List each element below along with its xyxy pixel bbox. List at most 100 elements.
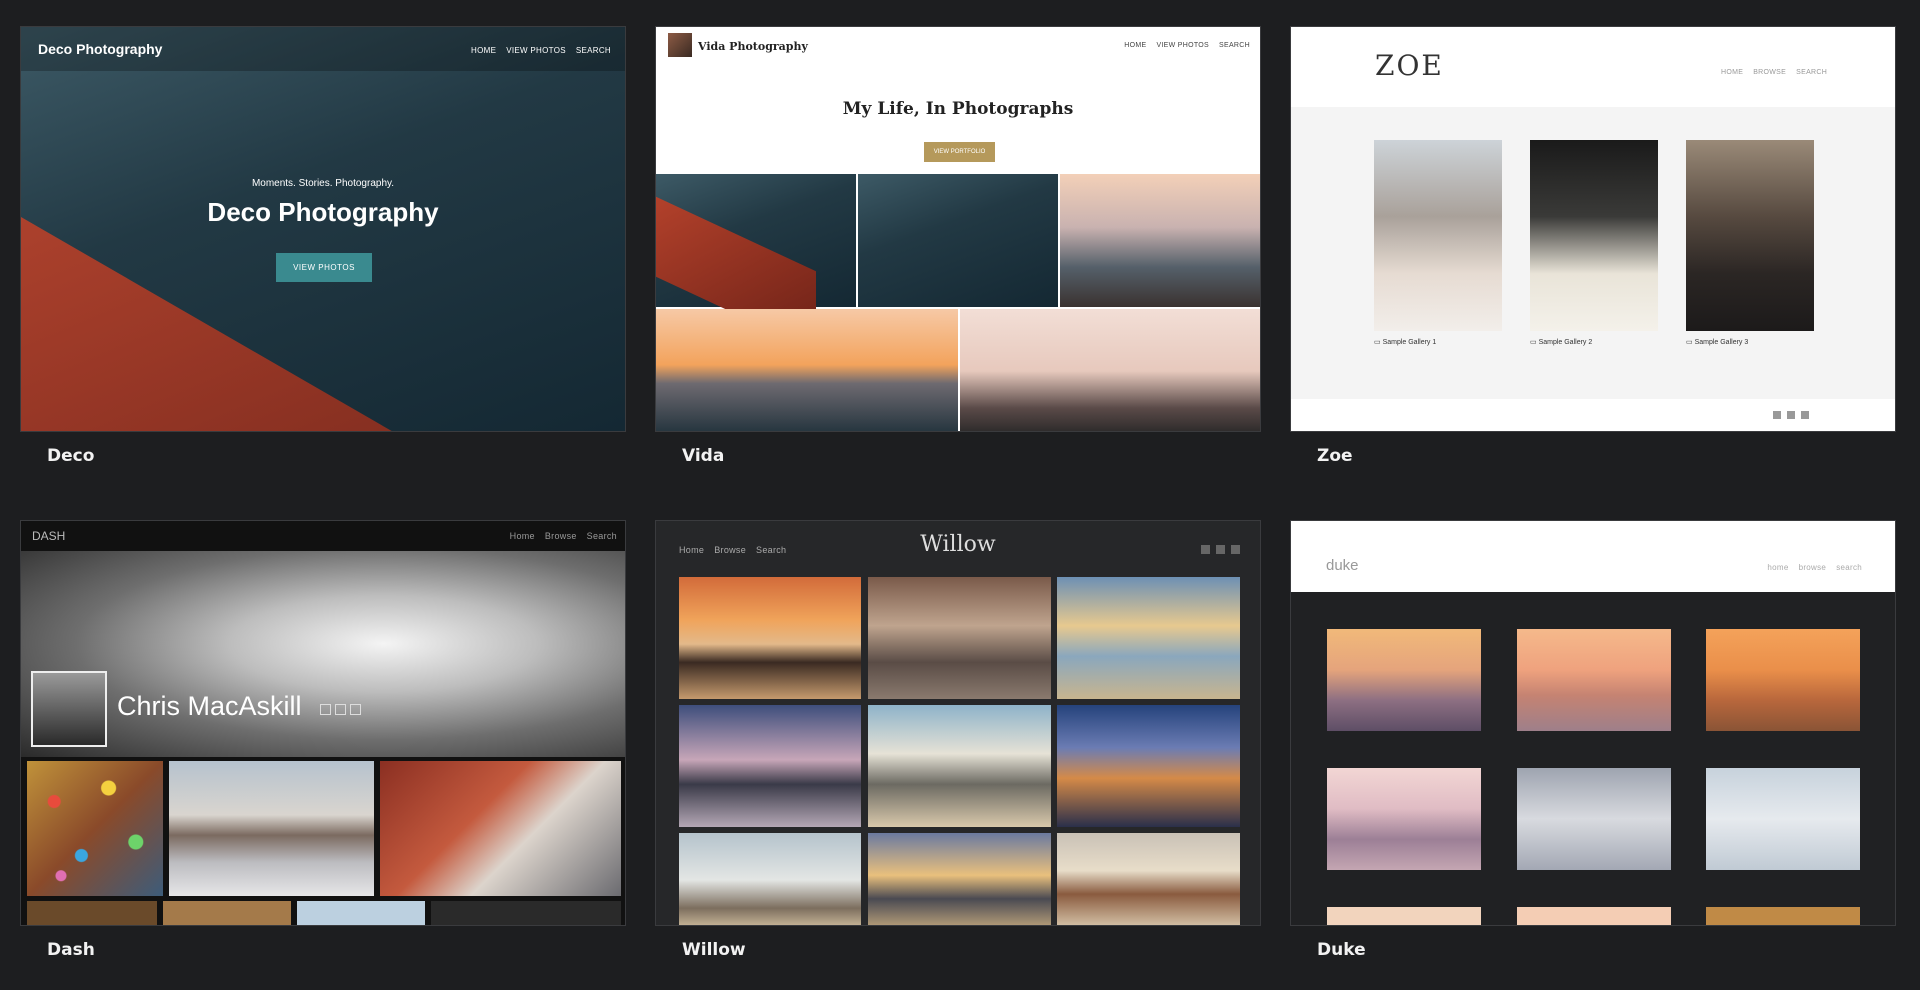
theme-card-vida[interactable]: Vida Photography HOME VIEW PHOTOS SEARCH… bbox=[655, 26, 1261, 432]
vida-nav-search[interactable]: SEARCH bbox=[1219, 42, 1250, 49]
zoe-gallery-2-label: Sample Gallery 2 bbox=[1538, 339, 1593, 346]
dash-avatar[interactable] bbox=[31, 671, 107, 747]
folder-icon: ▭ bbox=[1530, 339, 1539, 346]
vida-nav-home[interactable]: HOME bbox=[1124, 42, 1146, 49]
willow-social bbox=[1201, 545, 1240, 554]
willow-photo-3[interactable] bbox=[1057, 577, 1240, 699]
theme-card-deco[interactable]: Deco Photography HOME VIEW PHOTOS SEARCH… bbox=[20, 26, 626, 432]
vida-nav: HOME VIEW PHOTOS SEARCH bbox=[1124, 42, 1250, 49]
twitter-icon[interactable] bbox=[335, 704, 346, 715]
dash-nav-browse[interactable]: Browse bbox=[545, 531, 577, 541]
dash-profile-name: Chris MacAskill bbox=[117, 691, 302, 721]
deco-nav-view-photos[interactable]: VIEW PHOTOS bbox=[506, 46, 566, 55]
willow-photo-6[interactable] bbox=[1057, 705, 1240, 827]
duke-photo-5[interactable] bbox=[1517, 768, 1671, 870]
theme-label-vida[interactable]: Vida bbox=[682, 446, 724, 466]
zoe-gallery-3[interactable]: ▭ Sample Gallery 3 bbox=[1686, 338, 1748, 346]
duke-photo-3[interactable] bbox=[1706, 629, 1860, 731]
theme-label-duke[interactable]: Duke bbox=[1317, 940, 1366, 960]
zoe-site-title[interactable]: ZOE bbox=[1375, 49, 1444, 82]
zoe-gallery-1-label: Sample Gallery 1 bbox=[1382, 339, 1437, 346]
duke-nav-browse[interactable]: browse bbox=[1799, 563, 1827, 572]
folder-icon: ▭ bbox=[1686, 339, 1695, 346]
dash-nav: Home Browse Search bbox=[510, 531, 617, 541]
duke-photo-4[interactable] bbox=[1327, 768, 1481, 870]
zoe-nav-home[interactable]: HOME bbox=[1721, 69, 1743, 76]
dash-photo-5[interactable] bbox=[163, 901, 291, 925]
theme-card-dash[interactable]: DASH Home Browse Search Chris MacAskill bbox=[20, 520, 626, 926]
willow-photo-5[interactable] bbox=[868, 705, 1051, 827]
theme-label-zoe[interactable]: Zoe bbox=[1317, 446, 1353, 466]
twitter-icon[interactable] bbox=[1787, 411, 1795, 419]
vida-site-title[interactable]: Vida Photography bbox=[698, 40, 808, 53]
duke-photo-9[interactable] bbox=[1706, 907, 1860, 925]
dash-photo-1[interactable] bbox=[27, 761, 163, 896]
theme-label-deco[interactable]: Deco bbox=[47, 446, 94, 466]
duke-photo-2[interactable] bbox=[1517, 629, 1671, 731]
deco-site-title[interactable]: Deco Photography bbox=[38, 41, 162, 57]
theme-card-duke[interactable]: duke home browse search bbox=[1290, 520, 1896, 926]
vida-photo-3[interactable] bbox=[1060, 174, 1260, 307]
vida-view-portfolio-button[interactable]: VIEW PORTFOLIO bbox=[924, 142, 995, 162]
willow-site-title[interactable]: Willow bbox=[656, 532, 1260, 557]
share-icon[interactable] bbox=[1801, 411, 1809, 419]
zoe-gallery-thumb-3[interactable] bbox=[1686, 140, 1814, 331]
vida-photo-4[interactable] bbox=[656, 309, 958, 431]
willow-photo-2[interactable] bbox=[868, 577, 1051, 699]
theme-label-willow[interactable]: Willow bbox=[682, 940, 746, 960]
dash-photo-4[interactable] bbox=[27, 901, 157, 925]
dash-cover-image bbox=[21, 551, 625, 757]
theme-card-zoe[interactable]: ZOE HOME BROWSE SEARCH ▭ Sample Gallery … bbox=[1290, 26, 1896, 432]
duke-photo-8[interactable] bbox=[1517, 907, 1671, 925]
deco-view-photos-button[interactable]: VIEW PHOTOS bbox=[276, 253, 372, 282]
theme-label-dash[interactable]: Dash bbox=[47, 940, 95, 960]
zoe-gallery-1[interactable]: ▭ Sample Gallery 1 bbox=[1374, 338, 1436, 346]
duke-header bbox=[1291, 521, 1895, 592]
dash-photo-7[interactable] bbox=[431, 901, 621, 925]
dash-nav-home[interactable]: Home bbox=[510, 531, 535, 541]
bridge-image bbox=[21, 217, 481, 431]
facebook-icon[interactable] bbox=[320, 704, 331, 715]
vida-nav-view-photos[interactable]: VIEW PHOTOS bbox=[1156, 42, 1209, 49]
theme-card-willow[interactable]: Home Browse Search Willow bbox=[655, 520, 1261, 926]
dash-photo-6[interactable] bbox=[297, 901, 425, 925]
deco-nav-search[interactable]: SEARCH bbox=[576, 46, 611, 55]
deco-nav-home[interactable]: HOME bbox=[471, 46, 496, 55]
vida-hero-title: My Life, In Photographs bbox=[842, 99, 1074, 119]
zoe-social bbox=[1773, 411, 1809, 419]
folder-icon: ▭ bbox=[1374, 339, 1383, 346]
deco-hero-title: Deco Photography bbox=[207, 197, 439, 227]
zoe-nav-search[interactable]: SEARCH bbox=[1796, 69, 1827, 76]
dash-nav-search[interactable]: Search bbox=[587, 531, 617, 541]
deco-tagline: Moments. Stories. Photography. bbox=[251, 178, 395, 189]
vida-photo-1[interactable] bbox=[656, 174, 856, 352]
willow-photo-8[interactable] bbox=[868, 833, 1051, 925]
zoe-nav-browse[interactable]: BROWSE bbox=[1753, 69, 1786, 76]
share-icon[interactable] bbox=[350, 704, 361, 715]
vida-photo-2[interactable] bbox=[858, 174, 1058, 307]
zoe-gallery-3-label: Sample Gallery 3 bbox=[1694, 339, 1749, 346]
vida-photo-5[interactable] bbox=[960, 309, 1260, 431]
zoe-gallery-thumb-2[interactable] bbox=[1530, 140, 1658, 331]
duke-photo-6[interactable] bbox=[1706, 768, 1860, 870]
twitter-icon[interactable] bbox=[1216, 545, 1225, 554]
dash-social bbox=[320, 704, 361, 715]
duke-nav-home[interactable]: home bbox=[1767, 563, 1788, 572]
duke-nav: home browse search bbox=[1767, 563, 1862, 572]
duke-photo-7[interactable] bbox=[1327, 907, 1481, 925]
willow-photo-4[interactable] bbox=[679, 705, 861, 827]
dash-site-title[interactable]: DASH bbox=[32, 529, 65, 543]
share-icon[interactable] bbox=[1231, 545, 1240, 554]
dash-photo-2[interactable] bbox=[169, 761, 374, 896]
willow-photo-9[interactable] bbox=[1057, 833, 1240, 925]
zoe-gallery-thumb-1[interactable] bbox=[1374, 140, 1502, 331]
facebook-icon[interactable] bbox=[1773, 411, 1781, 419]
dash-photo-3[interactable] bbox=[380, 761, 621, 896]
willow-photo-7[interactable] bbox=[679, 833, 861, 925]
willow-photo-1[interactable] bbox=[679, 577, 861, 699]
zoe-gallery-2[interactable]: ▭ Sample Gallery 2 bbox=[1530, 338, 1592, 346]
duke-site-title[interactable]: duke bbox=[1326, 557, 1359, 574]
facebook-icon[interactable] bbox=[1201, 545, 1210, 554]
duke-nav-search[interactable]: search bbox=[1836, 563, 1862, 572]
duke-photo-1[interactable] bbox=[1327, 629, 1481, 731]
